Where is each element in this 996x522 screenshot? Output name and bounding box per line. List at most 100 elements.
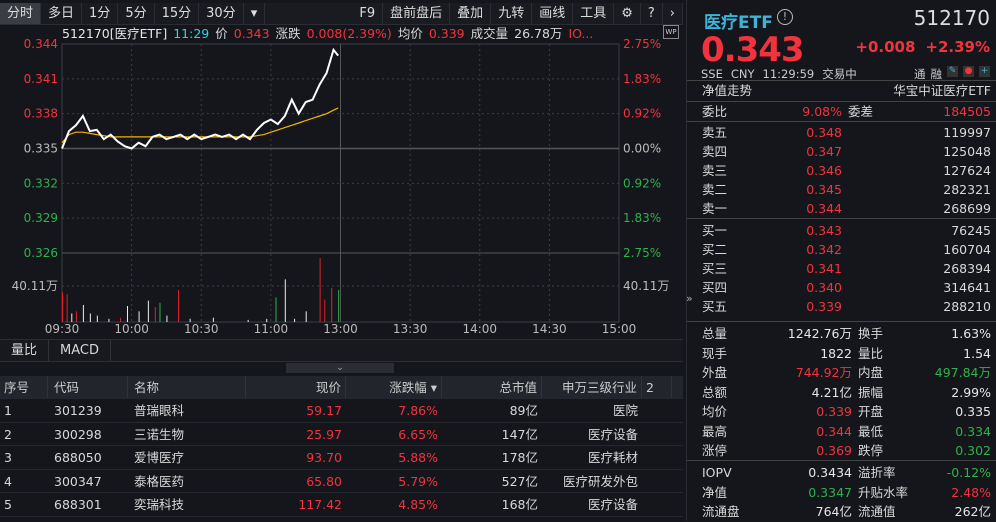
x-tick: 14:30 (532, 322, 567, 336)
stat-value: 764亿 (815, 504, 852, 519)
tools-button[interactable]: 工具 (573, 3, 615, 24)
table-row[interactable]: 3 688050 爱博医疗 93.70 5.88% 178亿 医疗耗材 (0, 446, 683, 470)
bid-level[interactable]: 买一 0.343 76245 (687, 221, 996, 240)
tab-5min[interactable]: 5分 (118, 3, 155, 24)
collapse-handle-icon[interactable]: ⌄ (286, 363, 394, 373)
col-name[interactable]: 名称 (128, 376, 246, 398)
stat-label: 外盘 (702, 365, 728, 380)
row-change-pct: 7.86% (398, 403, 438, 418)
price-line (61, 47, 339, 150)
y-right-tick: 1.83% (623, 211, 661, 225)
stat-label: 升贴水率 (858, 484, 909, 500)
stat-row: 涨停 0.369 跌停 0.302 (687, 441, 996, 461)
row-change-pct: 4.85% (398, 497, 438, 512)
stat-row: 总量 1242.76万 换手 1.63% (687, 324, 996, 344)
level-label: 卖五 (702, 125, 728, 140)
x-tick: 14:00 (462, 322, 497, 336)
row-name: 普瑞眼科 (134, 403, 185, 418)
pencil-icon[interactable]: ✎ (947, 66, 958, 77)
tab-15min[interactable]: 15分 (155, 3, 200, 24)
help-icon[interactable]: ? (641, 3, 663, 24)
y-left-tick: 0.341 (24, 72, 58, 86)
alarm-bell-icon[interactable]: ● (963, 66, 974, 77)
bid-level[interactable]: 买四 0.340 314641 (687, 278, 996, 297)
bid-level[interactable]: 买三 0.341 268394 (687, 259, 996, 278)
y-right-tick: 0.00% (623, 142, 661, 156)
col-market-cap[interactable]: 总市值 (442, 376, 542, 398)
row-code: 300347 (54, 473, 102, 489)
col-price[interactable]: 现价 (246, 376, 346, 398)
period-dropdown[interactable]: ▾ (244, 3, 266, 24)
ask-level[interactable]: 卖五 0.348 119997 (687, 123, 996, 142)
nav-trend-row[interactable]: 净值走势 华宝中证医疗ETF (687, 80, 996, 101)
ask-level[interactable]: 卖三 0.346 127624 (687, 161, 996, 180)
stat-value: 1.54 (963, 345, 991, 361)
stat-value: 0.334 (955, 423, 991, 439)
add-icon[interactable]: + (979, 66, 990, 77)
stat-value: 1822 (820, 345, 852, 361)
col-industry[interactable]: 申万三级行业 (542, 376, 642, 398)
stat-label: 流通值 (858, 504, 896, 519)
stat-value: 0.302 (955, 443, 991, 458)
y-right-tick: 2.75% (623, 37, 661, 51)
tab-intraday[interactable]: 分时 (0, 3, 42, 24)
y-right-tick: 2.75% (623, 246, 661, 260)
weibi-value: 9.08% (802, 104, 842, 119)
row-code: 688050 (54, 450, 102, 465)
x-tick: 13:00 (323, 322, 358, 336)
level-volume: 125048 (943, 144, 991, 159)
draw-line-button[interactable]: 画线 (532, 3, 574, 24)
row-change-pct: 5.79% (398, 473, 438, 489)
nav-trend-label[interactable]: 净值走势 (702, 81, 752, 101)
stat-label: 量比 (858, 345, 884, 361)
tab-macd[interactable]: MACD (49, 340, 111, 361)
tab-multiday[interactable]: 多日 (41, 3, 83, 24)
col-more[interactable]: 2 (642, 376, 672, 398)
row-change-pct: 5.88% (398, 450, 438, 465)
stat-label: 流通盘 (702, 504, 740, 519)
quote-time: 11:29:59 (762, 67, 815, 81)
level-label: 买二 (702, 242, 728, 257)
level-price: 0.341 (806, 261, 842, 276)
table-row[interactable]: 5 688301 奕瑞科技 117.42 4.85% 168亿 医疗设备 (0, 493, 683, 517)
y-left-tick: 0.338 (24, 107, 58, 121)
x-tick: 09:30 (45, 322, 80, 336)
intraday-chart[interactable]: 0.344 2.75% 0.341 1.83% 0.338 0.92% 0.335 0.00%… (0, 36, 683, 336)
col-code[interactable]: 代码 (48, 376, 128, 398)
info-icon[interactable]: ! (777, 9, 793, 25)
row-name: 爱博医疗 (134, 450, 185, 465)
stat-row: 总额 4.21亿 振幅 2.99% (687, 383, 996, 403)
table-row[interactable]: 4 300347 泰格医药 65.80 5.79% 527亿 医疗研发外包 (0, 470, 683, 493)
stat-label: 溢折率 (858, 465, 896, 480)
f9-button[interactable]: F9 (352, 3, 384, 24)
stat-row: 外盘 744.92万 内盘 497.84万 (687, 363, 996, 383)
bid-level[interactable]: 买五 0.339 288210 (687, 297, 996, 316)
pre-post-market-button[interactable]: 盘前盘后 (383, 3, 451, 24)
col-index[interactable]: 序号 (0, 376, 48, 398)
index-name: 华宝中证医疗ETF (893, 83, 991, 98)
stat-value: 0.369 (816, 443, 852, 458)
row-index: 1 (4, 403, 12, 418)
level-label: 卖一 (702, 201, 728, 216)
row-industry: 医疗耗材 (587, 450, 638, 465)
tab-volume-ratio[interactable]: 量比 (0, 340, 50, 361)
col-change-pct[interactable]: 涨跌幅 ▾ (346, 376, 442, 398)
chevron-right-icon[interactable]: › (663, 3, 683, 24)
gear-icon[interactable]: ⚙ (614, 3, 641, 24)
y-left-tick: 0.332 (24, 176, 58, 190)
level-label: 卖三 (702, 163, 728, 178)
bid-level[interactable]: 买二 0.342 160704 (687, 240, 996, 259)
tab-1min[interactable]: 1分 (82, 3, 119, 24)
ask-level[interactable]: 卖一 0.344 268699 (687, 199, 996, 218)
nine-turn-button[interactable]: 九转 (491, 3, 533, 24)
table-row[interactable]: 2 300298 三诺生物 25.97 6.65% 147亿 医疗设备 (0, 423, 683, 446)
y-left-tick: 0.335 (24, 142, 58, 156)
table-row[interactable]: 1 301239 普瑞眼科 59.17 7.86% 89亿 医院 (0, 399, 683, 423)
ask-level[interactable]: 卖四 0.347 125048 (687, 142, 996, 161)
stat-label: 均价 (702, 404, 728, 419)
ask-level[interactable]: 卖二 0.345 282321 (687, 180, 996, 199)
tab-30min[interactable]: 30分 (199, 3, 244, 24)
row-market-cap: 168亿 (501, 497, 538, 512)
overlay-button[interactable]: 叠加 (450, 3, 492, 24)
row-code: 688301 (54, 497, 102, 512)
